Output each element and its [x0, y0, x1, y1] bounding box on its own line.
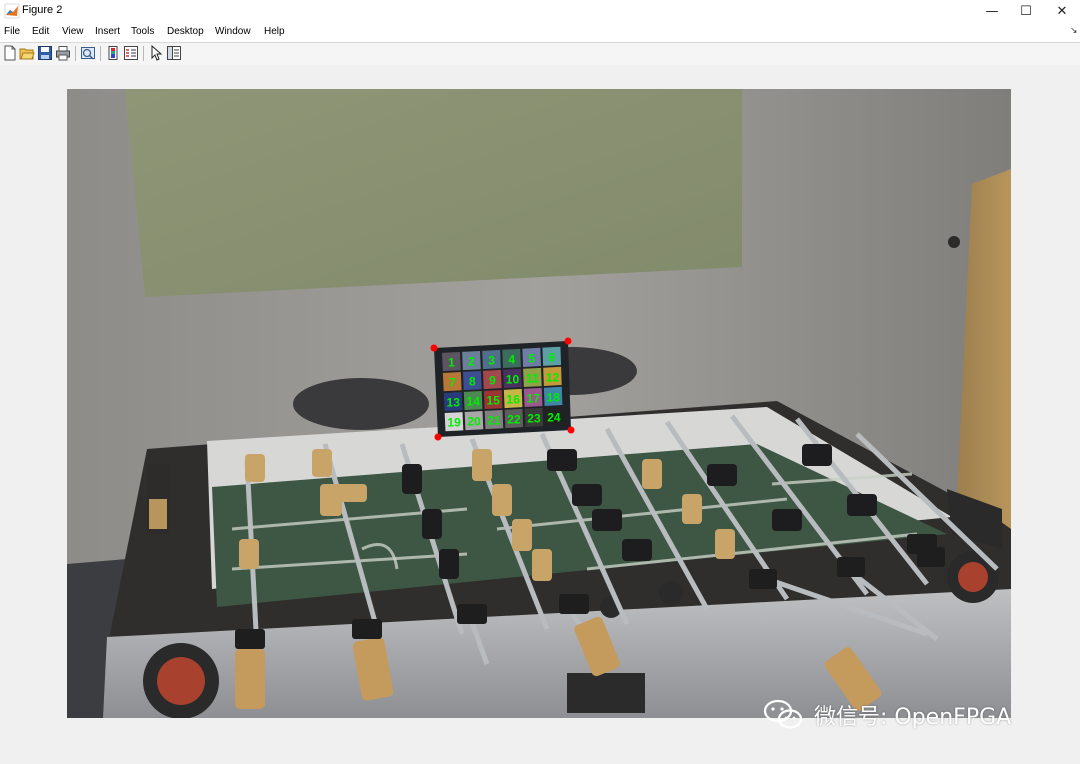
- patch-number-label: 16: [507, 392, 521, 406]
- menu-edit[interactable]: Edit: [32, 26, 49, 37]
- patch-number-label: 17: [527, 391, 541, 405]
- matlab-logo-icon: [4, 3, 20, 19]
- patch-number-label: 15: [487, 393, 501, 407]
- patch-number-label: 3: [488, 353, 495, 367]
- menu-desktop[interactable]: Desktop: [167, 26, 204, 37]
- new-figure-icon[interactable]: [2, 45, 18, 61]
- save-icon[interactable]: [37, 45, 53, 61]
- minimize-button[interactable]: —: [976, 0, 1008, 22]
- edit-plot-arrow-icon[interactable]: [148, 45, 164, 61]
- close-button[interactable]: ✕: [1046, 0, 1078, 22]
- watermark: 微信号: OpenFPGA: [762, 698, 1011, 732]
- menu-file[interactable]: File: [4, 26, 20, 37]
- maximize-button[interactable]: ☐: [1010, 0, 1042, 22]
- patch-number-label: 12: [546, 370, 560, 384]
- patch-number-label: 8: [469, 375, 476, 389]
- patch-number-label: 10: [506, 372, 520, 386]
- figure-toolbar: [0, 42, 1080, 66]
- corner-marker: [430, 344, 438, 352]
- corner-marker: [564, 337, 572, 345]
- menu-window[interactable]: Window: [215, 26, 251, 37]
- insert-legend-icon[interactable]: [123, 45, 139, 61]
- patch-number-label: 7: [449, 376, 456, 390]
- patch-number-label: 13: [447, 396, 461, 410]
- window-title: Figure 2: [22, 4, 63, 16]
- patch-number-label: 1: [448, 356, 455, 370]
- corner-marker: [567, 426, 575, 434]
- patch-number-label: 9: [489, 373, 496, 387]
- toolbar-separator: [100, 46, 101, 61]
- patch-number-label: 6: [548, 350, 555, 364]
- patch-number-label: 22: [507, 412, 521, 426]
- patch-number-label: 2: [468, 354, 475, 368]
- link-plot-icon[interactable]: [80, 45, 96, 61]
- patch-number-label: 5: [528, 351, 535, 365]
- wechat-icon: [763, 699, 803, 729]
- toolbar-separator: [143, 46, 144, 61]
- color-checker-chart: 1 2 3 4 5 67 8 9 10 11 1213 14 15 16 17 1819 20 21 22 23 24: [430, 337, 575, 441]
- patch-number-label: 24: [547, 410, 561, 424]
- patch-number-label: 18: [547, 390, 561, 404]
- watermark-text: 微信号: OpenFPGA: [814, 705, 1012, 730]
- insert-colorbar-icon[interactable]: [105, 45, 121, 61]
- patch-number-label: 11: [526, 371, 539, 385]
- toolbar-separator: [75, 46, 76, 61]
- property-inspector-icon[interactable]: [166, 45, 182, 61]
- patch-number-label: 19: [447, 416, 461, 430]
- image-axes[interactable]: 1 2 3 4 5 6 7 8 9 10 11 12 13 14 15 16 17 18 19 20 21 22 23 24: [67, 89, 1011, 718]
- menu-bar: File Edit View Insert Tools Desktop Wind…: [0, 22, 1080, 42]
- menu-view[interactable]: View: [62, 26, 84, 37]
- patch-number-label: 23: [527, 411, 541, 425]
- corner-marker: [434, 433, 442, 441]
- patch-number-label: 14: [467, 395, 481, 409]
- print-icon[interactable]: [55, 45, 71, 61]
- dock-figure-icon[interactable]: ↘: [1070, 26, 1078, 36]
- patch-number-label: 4: [508, 352, 515, 366]
- menu-help[interactable]: Help: [264, 26, 285, 37]
- patch-number-label: 20: [467, 415, 481, 429]
- patch-number-label: 21: [487, 414, 501, 428]
- title-bar: Figure 2 — ☐ ✕: [0, 0, 1080, 22]
- menu-insert[interactable]: Insert: [95, 26, 120, 37]
- menu-tools[interactable]: Tools: [131, 26, 154, 37]
- open-file-icon[interactable]: [19, 45, 35, 61]
